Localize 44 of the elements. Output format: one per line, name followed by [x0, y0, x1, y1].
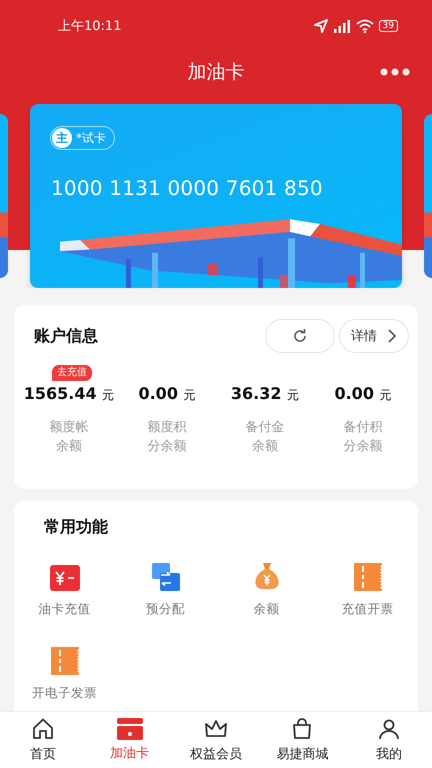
- battery-icon: 39: [378, 20, 398, 32]
- tab[interactable]: 我的: [346, 712, 432, 768]
- recharge-tag[interactable]: 去充值: [52, 365, 92, 381]
- balance-label: 备付积分余额: [342, 419, 384, 456]
- balance-amount: 36.32 元: [230, 384, 300, 404]
- location-icon: [314, 19, 328, 33]
- balance-label: 额度帐余额: [48, 419, 90, 456]
- tab[interactable]: 加油卡: [86, 712, 173, 768]
- card-icon: [116, 718, 143, 740]
- balance-amount: 0.00 元: [138, 384, 196, 404]
- card-number: 1000 1131 0000 7601 850: [51, 176, 323, 200]
- chevron-icon: [387, 329, 397, 343]
- section-title: 账户信息: [34, 326, 98, 346]
- status-time: 上午10:11: [58, 18, 122, 35]
- refresh-icon: [292, 328, 308, 344]
- person-icon: [376, 717, 401, 741]
- balance-label: 备付金余额: [244, 419, 286, 456]
- wifi-icon: [356, 19, 374, 33]
- balance-amount: 0.00 元: [334, 384, 392, 404]
- money-bag-icon: [254, 563, 278, 591]
- refresh-button[interactable]: [265, 319, 335, 353]
- balance-label: 额度积分余额: [146, 419, 188, 456]
- tab[interactable]: 权益会员: [172, 712, 260, 768]
- home-icon: [31, 717, 56, 741]
- signal-icon: [332, 19, 351, 33]
- tab[interactable]: 首页: [0, 712, 86, 768]
- ticket-icon: [354, 563, 382, 591]
- yuan-card-icon: [50, 565, 80, 591]
- main-badge: 主: [52, 128, 72, 148]
- fuel-card[interactable]: 主 *试卡 1000 1131 0000 7601 850: [30, 104, 402, 288]
- more-icon[interactable]: [380, 68, 410, 76]
- transfer-icon: [152, 563, 180, 591]
- function-item[interactable]: 充值开票: [317, 554, 418, 618]
- section-title: 常用功能: [43, 517, 109, 538]
- card-name: *试卡: [76, 130, 106, 146]
- page-title: 加油卡: [188, 60, 244, 85]
- ticket-icon: [50, 647, 78, 675]
- details-button[interactable]: 详情: [339, 319, 409, 353]
- function-item[interactable]: 油卡充值: [14, 554, 115, 618]
- function-item[interactable]: 开电子发票: [14, 638, 115, 702]
- balance-amount: 1565.44 元: [24, 384, 114, 404]
- function-item[interactable]: 预分配: [115, 554, 216, 618]
- function-item[interactable]: 余额: [216, 554, 317, 618]
- tab[interactable]: 易捷商城: [259, 712, 346, 768]
